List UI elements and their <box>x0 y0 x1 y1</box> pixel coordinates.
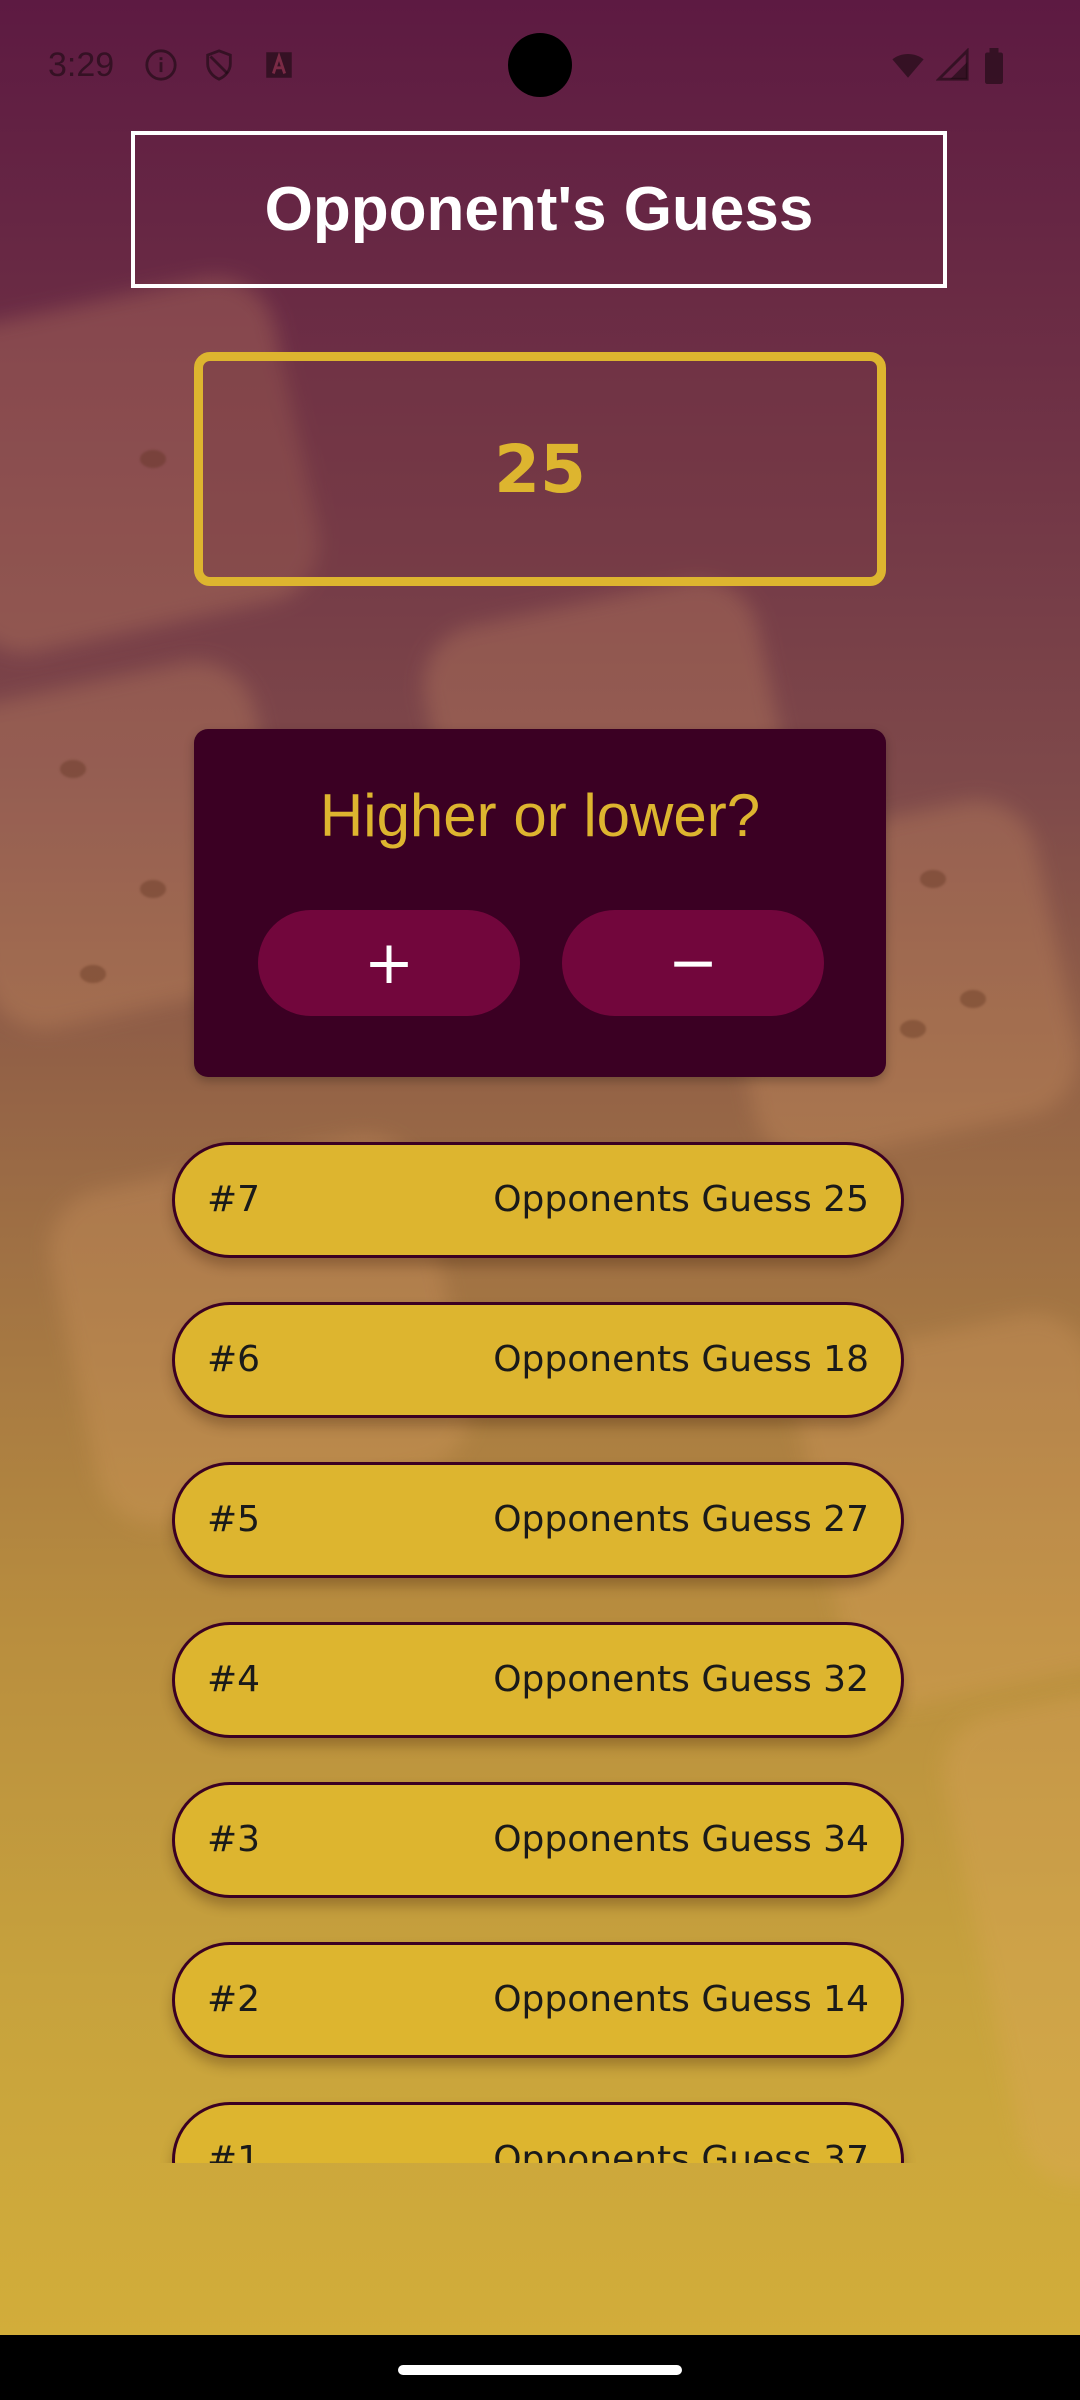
round-number: #4 <box>207 1659 261 1700</box>
higher-button[interactable]: + <box>258 910 520 1016</box>
list-item: #3 Opponents Guess 34 <box>172 1782 904 1898</box>
guess-text: Opponents Guess 32 <box>493 1659 869 1700</box>
page-title: Opponent's Guess <box>264 175 814 244</box>
current-guess-number: 25 <box>494 430 586 508</box>
round-number: #3 <box>207 1819 261 1860</box>
plus-icon: + <box>363 928 415 998</box>
guess-text: Opponents Guess 25 <box>493 1179 869 1220</box>
lower-button[interactable]: − <box>562 910 824 1016</box>
navigation-bar <box>0 2335 1080 2400</box>
minus-icon: − <box>667 928 719 998</box>
title-box: Opponent's Guess <box>131 131 947 288</box>
font-icon <box>262 48 296 82</box>
shield-icon <box>202 48 236 82</box>
info-icon <box>144 48 178 82</box>
list-item: #5 Opponents Guess 27 <box>172 1462 904 1578</box>
round-number: #5 <box>207 1499 261 1540</box>
round-number: #1 <box>207 2139 261 2163</box>
higher-lower-prompt: Higher or lower? <box>319 782 761 849</box>
list-item: #7 Opponents Guess 25 <box>172 1142 904 1258</box>
status-bar: 3:29 <box>0 0 1080 130</box>
battery-icon <box>982 48 1016 84</box>
list-item: #4 Opponents Guess 32 <box>172 1622 904 1738</box>
signal-icon <box>935 47 970 82</box>
guess-text: Opponents Guess 37 <box>493 2139 869 2163</box>
guess-text: Opponents Guess 18 <box>493 1339 869 1380</box>
round-number: #2 <box>207 1979 261 2020</box>
round-number: #7 <box>207 1179 261 1220</box>
list-item: #1 Opponents Guess 37 <box>172 2102 904 2163</box>
status-time: 3:29 <box>48 46 115 84</box>
home-indicator[interactable] <box>398 2365 682 2375</box>
guess-number-box: 25 <box>194 352 886 586</box>
list-item: #2 Opponents Guess 14 <box>172 1942 904 2058</box>
higher-lower-card: Higher or lower? + − <box>194 729 886 1077</box>
wifi-icon <box>890 48 924 82</box>
camera-cutout <box>508 33 572 97</box>
guess-log-list[interactable]: #7 Opponents Guess 25 #6 Opponents Guess… <box>150 1130 930 2163</box>
guess-text: Opponents Guess 27 <box>493 1499 869 1540</box>
guess-text: Opponents Guess 34 <box>493 1819 869 1860</box>
guess-text: Opponents Guess 14 <box>493 1979 869 2020</box>
list-item: #6 Opponents Guess 18 <box>172 1302 904 1418</box>
round-number: #6 <box>207 1339 261 1380</box>
